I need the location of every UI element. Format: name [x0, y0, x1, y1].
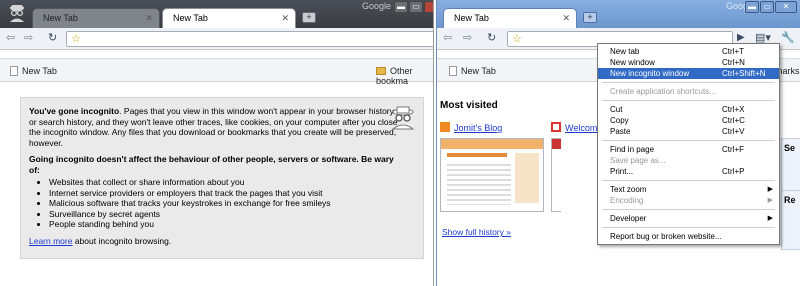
most-visited-title: Most visited: [440, 100, 498, 111]
thumbnail-welcome[interactable]: [551, 138, 561, 212]
menu-item-encoding: Encoding ▶: [610, 196, 773, 205]
tab-label: New Tab: [454, 13, 489, 23]
show-full-history-link[interactable]: Show full history »: [442, 227, 511, 237]
list-item: Internet service providers or employers …: [49, 188, 415, 199]
close-button[interactable]: ✕: [775, 1, 797, 13]
page-icon: [10, 66, 18, 76]
menu-separator: [602, 180, 775, 181]
close-button[interactable]: ✕: [424, 1, 433, 13]
menu-separator: [602, 140, 775, 141]
bookmark-star-icon[interactable]: ☆: [512, 32, 522, 45]
menu-separator: [602, 227, 775, 228]
warning-list: Websites that collect or share informati…: [49, 177, 415, 230]
submenu-arrow-icon: ▶: [767, 215, 773, 222]
tab-close-icon[interactable]: ✕: [562, 13, 570, 24]
titlebar: New Tab ✕ New Tab ✕ + Google ▬ ▭ ✕: [0, 0, 433, 28]
omnibox[interactable]: ☆: [66, 31, 433, 47]
normal-window: New Tab ✕ + Google ▬ ▭ ✕ ⇦ ⇨ ↻ ☆ ▶ ▤▾ 🔧 …: [436, 0, 800, 286]
menu-item-create-shortcuts: Create application shortcuts...: [610, 87, 716, 96]
incognito-spy-icon: [10, 5, 24, 22]
thumbnail-jomits-blog[interactable]: [440, 138, 544, 212]
site-icon: [551, 122, 561, 132]
list-item: People standing behind you: [49, 219, 415, 230]
bookmark-new-tab[interactable]: New Tab: [10, 66, 57, 76]
bookmark-star-icon[interactable]: ☆: [71, 32, 81, 45]
minimize-button[interactable]: ▬: [394, 1, 408, 13]
incognito-window: New Tab ✕ New Tab ✕ + Google ▬ ▭ ✕ ⇦ ⇨ ↻…: [0, 0, 434, 286]
site-title-welcome[interactable]: Welcom: [551, 122, 597, 133]
incognito-intro: You've gone incognito. Pages that you vi…: [29, 106, 398, 148]
incognito-warning: Going incognito doesn't affect the behav…: [29, 154, 394, 175]
list-item: Malicious software that tracks your keys…: [49, 198, 415, 209]
back-icon[interactable]: ⇦: [6, 32, 15, 44]
bookmarks-bar: New Tab Other bookma: [0, 58, 433, 86]
tab-new-tab-1[interactable]: New Tab ✕: [32, 8, 160, 28]
maximize-button[interactable]: ▭: [409, 1, 423, 13]
menu-item-new-incognito-window[interactable]: New incognito window Ctrl+Shift+N: [598, 68, 779, 79]
menu-item-text-zoom[interactable]: Text zoom ▶: [598, 184, 779, 195]
menu-item-print[interactable]: Print... Ctrl+P: [598, 166, 779, 177]
side-box-recent: Re: [781, 190, 800, 250]
side-box-search: Se: [781, 138, 800, 198]
toolbar: ⇦ ⇨ ↻ ☆: [0, 28, 433, 50]
menu-item-cut[interactable]: Cut Ctrl+X: [598, 104, 779, 115]
menu-item-save-page-as: Save page as...: [610, 156, 666, 165]
tab-close-icon[interactable]: ✕: [145, 13, 153, 24]
reload-icon[interactable]: ↻: [487, 32, 496, 44]
list-item: Websites that collect or share informati…: [49, 177, 415, 188]
learn-more-line: Learn more about incognito browsing.: [29, 235, 172, 246]
submenu-arrow-icon: ▶: [767, 186, 773, 193]
site-title-jomits-blog[interactable]: Jomit's Blog: [440, 122, 502, 133]
tab-close-icon[interactable]: ✕: [281, 13, 289, 24]
new-tab-button[interactable]: +: [302, 12, 316, 23]
menu-item-new-window[interactable]: New window Ctrl+N: [598, 57, 779, 68]
incognito-info-box: You've gone incognito. Pages that you vi…: [20, 97, 424, 259]
minimize-button[interactable]: ▬: [745, 1, 759, 13]
menu-item-developer[interactable]: Developer ▶: [598, 213, 779, 224]
menu-item-report-bug[interactable]: Report bug or broken website...: [598, 231, 779, 242]
folder-icon: [376, 67, 386, 75]
submenu-arrow-icon: ▶: [767, 197, 773, 204]
titlebar: New Tab ✕ + Google ▬ ▭ ✕: [437, 0, 800, 28]
tab-new-tab-2[interactable]: New Tab ✕: [162, 8, 296, 28]
menu-separator: [602, 100, 775, 101]
tab-label: New Tab: [43, 13, 78, 23]
page-icon: [449, 66, 457, 76]
blogger-icon: [440, 122, 450, 132]
wrench-icon[interactable]: 🔧: [781, 32, 795, 44]
bookmark-new-tab[interactable]: New Tab: [449, 66, 496, 76]
forward-icon[interactable]: ⇨: [24, 32, 33, 44]
tab-new-tab[interactable]: New Tab ✕: [443, 8, 577, 28]
menu-separator: [602, 209, 775, 210]
maximize-button[interactable]: ▭: [760, 1, 774, 13]
new-tab-button[interactable]: +: [583, 12, 597, 23]
tab-label: New Tab: [173, 13, 208, 23]
reload-icon[interactable]: ↻: [48, 32, 57, 44]
forward-icon[interactable]: ⇨: [463, 32, 472, 44]
other-bookmarks[interactable]: Other bookma: [376, 66, 433, 86]
google-logo: Google: [362, 1, 392, 11]
menu-item-find-in-page[interactable]: Find in page Ctrl+F: [598, 144, 779, 155]
back-icon[interactable]: ⇦: [443, 32, 452, 44]
menu-item-copy[interactable]: Copy Ctrl+C: [598, 115, 779, 126]
menu-item-new-tab[interactable]: New tab Ctrl+T: [598, 46, 779, 57]
menu-separator: [602, 82, 775, 83]
learn-more-link[interactable]: Learn more: [29, 236, 72, 246]
page-menu-dropdown: New tab Ctrl+T New window Ctrl+N New incog…: [597, 43, 780, 245]
incognito-spy-icon: [391, 106, 415, 130]
list-item: Surveillance by secret agents: [49, 209, 415, 220]
menu-item-paste[interactable]: Paste Ctrl+V: [598, 126, 779, 137]
